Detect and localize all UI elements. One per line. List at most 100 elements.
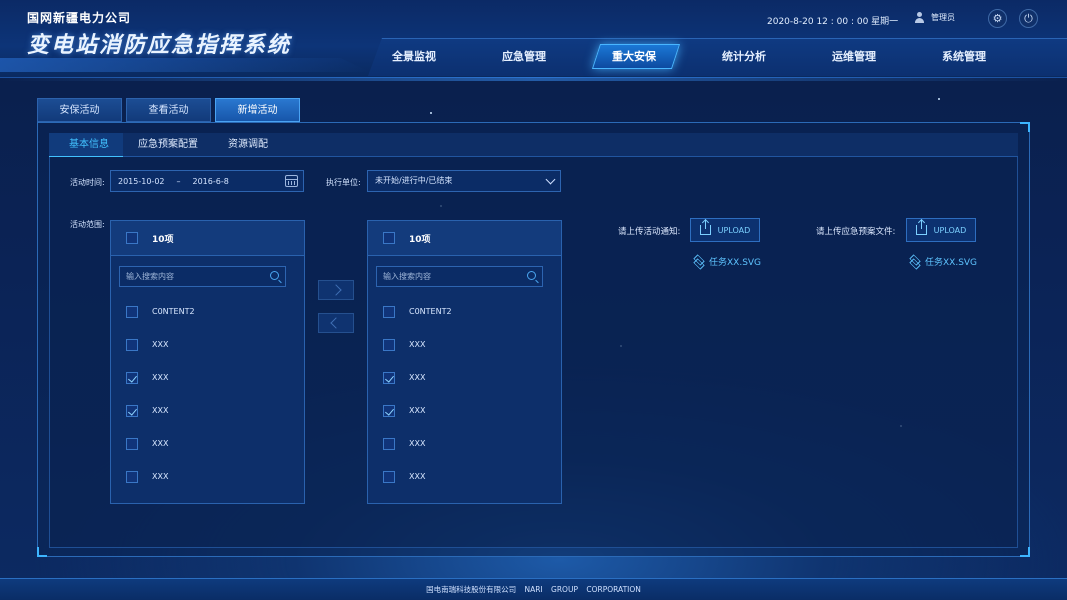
- item-checkbox[interactable]: [383, 470, 395, 483]
- nav-item-operations[interactable]: 运维管理: [814, 38, 894, 76]
- item-label: XXX: [409, 373, 426, 382]
- power-icon: ⏻: [1024, 11, 1033, 25]
- item-label: XXX: [409, 472, 426, 481]
- notice-file-link[interactable]: 任务XX.SVG: [693, 255, 761, 268]
- company-name: 国网新疆电力公司: [27, 11, 132, 25]
- settings-button[interactable]: ⚙: [988, 9, 1007, 28]
- transfer-items: C0NTENT2 XXX XXX XXX XXX XXX: [111, 295, 304, 493]
- item-label: C0NTENT2: [409, 307, 452, 316]
- item-count: 10项: [152, 234, 174, 245]
- transfer-header: 10项: [368, 221, 561, 256]
- search-placeholder: 输入搜索内容: [383, 272, 431, 281]
- item-label: XXX: [152, 373, 169, 382]
- end-date: 2016-6-8: [192, 176, 229, 186]
- tab-view-activity[interactable]: 查看活动: [126, 98, 211, 122]
- list-item[interactable]: XXX: [111, 427, 304, 460]
- star-decoration: [938, 98, 940, 100]
- list-item[interactable]: XXX: [111, 361, 304, 394]
- nav-item-security[interactable]: 重大安保: [594, 38, 674, 76]
- item-label: XXX: [152, 406, 169, 415]
- nav-item-panorama[interactable]: 全景监视: [374, 38, 454, 76]
- nav-item-emergency[interactable]: 应急管理: [484, 38, 564, 76]
- execution-unit-value: 未开始/进行中/已结束: [375, 176, 453, 185]
- transfer-list-source: 10项 输入搜索内容 C0NTENT2 XXX XXX XXX XXX XXX: [110, 220, 305, 504]
- search-icon: [270, 271, 279, 280]
- move-left-button[interactable]: [318, 313, 354, 333]
- list-item[interactable]: XXX: [111, 328, 304, 361]
- list-item[interactable]: XXX: [368, 460, 561, 493]
- corner-decoration: [1020, 122, 1030, 132]
- nav-item-system[interactable]: 系统管理: [924, 38, 1004, 76]
- notice-file-name: 任务XX.SVG: [709, 258, 762, 268]
- tab-new-activity[interactable]: 新增活动: [215, 98, 300, 122]
- tab-plan-config[interactable]: 应急预案配置: [123, 133, 213, 157]
- date-separator: –: [176, 176, 181, 186]
- activity-tabs: 安保活动 查看活动 新增活动: [37, 98, 300, 122]
- item-checkbox[interactable]: [126, 338, 138, 351]
- layers-icon: [693, 256, 704, 267]
- footer-text: 国电南瑞科技股份有限公司 NARI GROUP CORPORATION: [426, 585, 641, 594]
- list-item[interactable]: C0NTENT2: [368, 295, 561, 328]
- system-title: 变电站消防应急指挥系统: [27, 33, 292, 58]
- item-checkbox[interactable]: [383, 371, 395, 384]
- power-button[interactable]: ⏻: [1019, 9, 1038, 28]
- calendar-icon[interactable]: [285, 175, 298, 187]
- transfer-header: 10项: [111, 221, 304, 256]
- item-checkbox[interactable]: [126, 404, 138, 417]
- item-checkbox[interactable]: [126, 470, 138, 483]
- list-item[interactable]: XXX: [111, 394, 304, 427]
- item-checkbox[interactable]: [126, 371, 138, 384]
- item-count: 10项: [409, 234, 431, 245]
- search-input[interactable]: 输入搜索内容: [376, 266, 543, 287]
- select-all-checkbox[interactable]: [383, 232, 395, 244]
- item-label: C0NTENT2: [152, 307, 195, 316]
- item-label: XXX: [152, 472, 169, 481]
- item-label: XXX: [409, 406, 426, 415]
- nav-item-statistics[interactable]: 统计分析: [704, 38, 784, 76]
- layers-icon: [909, 256, 920, 267]
- tab-resource-allocation[interactable]: 资源调配: [213, 133, 283, 157]
- header-bar: 国网新疆电力公司 变电站消防应急指挥系统 2020-8-20 12 : 00 :…: [0, 0, 1067, 81]
- move-right-button[interactable]: [318, 280, 354, 300]
- search-input[interactable]: 输入搜索内容: [119, 266, 286, 287]
- list-item[interactable]: XXX: [111, 460, 304, 493]
- upload-notice-label: 请上传活动通知:: [618, 227, 681, 237]
- item-checkbox[interactable]: [383, 338, 395, 351]
- chevron-right-icon: [330, 284, 342, 296]
- list-item[interactable]: XXX: [368, 394, 561, 427]
- user-menu[interactable]: 管理员: [914, 12, 955, 23]
- list-item[interactable]: XXX: [368, 361, 561, 394]
- item-label: XXX: [152, 439, 169, 448]
- tab-security-activity[interactable]: 安保活动: [37, 98, 122, 122]
- item-label: XXX: [409, 439, 426, 448]
- tab-basic-info[interactable]: 基本信息: [49, 133, 123, 157]
- footer: 国电南瑞科技股份有限公司 NARI GROUP CORPORATION: [0, 578, 1067, 600]
- star-decoration: [430, 112, 432, 114]
- upload-icon: [915, 220, 927, 235]
- plan-file-name: 任务XX.SVG: [925, 258, 978, 268]
- item-checkbox[interactable]: [383, 437, 395, 450]
- upload-plan-label: 请上传应急预案文件:: [816, 227, 896, 237]
- list-item[interactable]: XXX: [368, 328, 561, 361]
- execution-unit-select[interactable]: 未开始/进行中/已结束: [367, 170, 561, 192]
- upload-button-label: UPLOAD: [717, 225, 751, 235]
- upload-plan-button[interactable]: UPLOAD: [906, 218, 976, 242]
- chevron-down-icon: [545, 174, 556, 185]
- item-checkbox[interactable]: [383, 404, 395, 417]
- activity-time-label: 活动时间:: [70, 178, 105, 187]
- item-label: XXX: [152, 340, 169, 349]
- corner-decoration: [1020, 547, 1030, 557]
- select-all-checkbox[interactable]: [126, 232, 138, 244]
- user-name: 管理员: [931, 13, 955, 22]
- item-checkbox[interactable]: [126, 305, 138, 318]
- date-range-picker[interactable]: 2015-10-02 – 2016-6-8: [110, 170, 304, 192]
- item-checkbox[interactable]: [383, 305, 395, 318]
- search-placeholder: 输入搜索内容: [126, 272, 174, 281]
- plan-file-link[interactable]: 任务XX.SVG: [909, 255, 977, 268]
- upload-notice-button[interactable]: UPLOAD: [690, 218, 760, 242]
- item-checkbox[interactable]: [126, 437, 138, 450]
- upload-button-label: UPLOAD: [933, 225, 967, 235]
- gear-icon: ⚙: [992, 12, 1003, 25]
- list-item[interactable]: C0NTENT2: [111, 295, 304, 328]
- list-item[interactable]: XXX: [368, 427, 561, 460]
